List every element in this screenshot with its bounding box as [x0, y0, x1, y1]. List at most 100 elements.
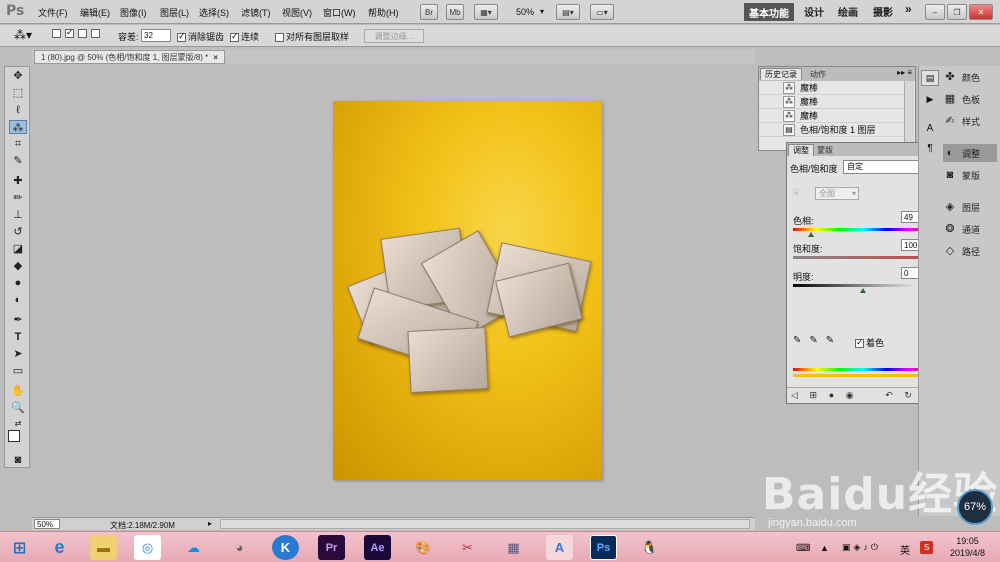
zoom-level[interactable]: 50% [516, 7, 534, 17]
system-gauge[interactable]: 67% [957, 489, 993, 525]
chevron-down-icon[interactable]: ▾ [540, 7, 544, 16]
shape-tool-icon[interactable]: ▭ [9, 364, 27, 378]
paint-icon[interactable]: 🎨 [410, 535, 437, 560]
dock-styles[interactable]: ✍ 样式 [943, 112, 999, 130]
document-image[interactable] [333, 101, 602, 480]
dock-masks[interactable]: ◙ 蒙版 [943, 166, 999, 184]
workspace-painting[interactable]: 绘画 [838, 4, 858, 19]
dock-adjustments[interactable]: ◐ 调整 [943, 144, 997, 162]
baidu-netdisk-icon[interactable]: ☁ [180, 535, 207, 560]
arrange-documents-button[interactable]: ▤▾ [556, 4, 580, 20]
menu-image[interactable]: 图像(I) [120, 6, 147, 19]
menu-help[interactable]: 帮助(H) [368, 6, 399, 19]
visibility-icon[interactable]: ◉ [846, 390, 854, 401]
hue-slider-thumb[interactable] [808, 232, 814, 237]
history-scrollbar[interactable] [904, 81, 914, 151]
history-row[interactable]: ▤ 色相/饱和度 1 图层 [759, 123, 904, 137]
refine-edge-button[interactable]: 调整边缘... [364, 29, 424, 43]
panel-menu-icon[interactable]: ▸▸ ≡ [897, 68, 912, 77]
swap-colors-icon[interactable]: ⇄ [9, 417, 27, 431]
blur-tool-icon[interactable]: ● [9, 276, 27, 290]
qq-icon[interactable]: 🐧 [636, 535, 663, 560]
menu-edit[interactable]: 编辑(E) [80, 6, 110, 19]
dock-paths[interactable]: ◇ 路径 [943, 242, 999, 260]
sample-all-layers-checkbox[interactable]: 对所有图层取样 [275, 30, 349, 43]
keyboard-icon[interactable]: ⌨ [796, 543, 810, 554]
after-effects-icon[interactable]: Ae [364, 535, 391, 560]
type-tool-icon[interactable]: T [9, 330, 27, 344]
pet-app-icon[interactable]: ◕ [226, 535, 253, 560]
input-language[interactable]: 英 [900, 542, 910, 557]
reset-icon[interactable]: ↻ [904, 390, 912, 401]
tab-history[interactable]: 历史记录 [760, 68, 802, 80]
saturation-slider[interactable] [793, 256, 933, 259]
view-extras-button[interactable]: ▦▾ [474, 4, 498, 20]
menu-window[interactable]: 窗口(W) [323, 6, 356, 19]
move-tool-icon[interactable]: ✥ [9, 69, 27, 83]
workspace-more[interactable]: » [905, 2, 912, 16]
app-a-icon[interactable]: A [546, 535, 573, 560]
horizontal-scrollbar[interactable] [220, 519, 750, 529]
foreground-color-swatch[interactable] [8, 430, 20, 442]
history-dock-icon[interactable]: ▤ [921, 70, 939, 86]
mini-bridge-button[interactable]: Mb [446, 4, 464, 20]
character-dock-icon[interactable]: A [921, 122, 939, 138]
lightness-slider[interactable] [793, 284, 933, 287]
quick-mask-icon[interactable]: ◙ [9, 453, 27, 467]
browser-icon[interactable]: ◎ [134, 535, 161, 560]
crop-tool-icon[interactable]: ⌗ [9, 137, 27, 151]
expand-view-icon[interactable]: ⊞ [810, 390, 818, 401]
eyedropper-tool-icon[interactable]: ✎ [9, 154, 27, 168]
hand-tool-icon[interactable]: ✋ [9, 384, 27, 398]
sogou-ime-icon[interactable]: S [920, 541, 933, 554]
magic-wand-tool-preset-icon[interactable]: ⁂▾ [14, 28, 32, 42]
paint-bucket-tool-icon[interactable]: ◆ [9, 259, 27, 273]
eyedropper-subtract-icon[interactable]: ✎ [826, 335, 834, 346]
dodge-tool-icon[interactable]: ◐ [9, 293, 27, 307]
target-adjust-icon[interactable]: ☟ [793, 188, 799, 199]
actions-dock-icon[interactable]: ▶ [921, 92, 939, 108]
lightness-slider-thumb[interactable] [860, 288, 866, 293]
photoshop-taskbar-icon[interactable]: Ps [590, 535, 617, 560]
dock-color[interactable]: ✤ 颜色 [943, 68, 999, 86]
zoom-tool-icon[interactable]: 🔍 [9, 401, 27, 415]
healing-brush-tool-icon[interactable]: ✚ [9, 174, 27, 188]
tray-icons[interactable]: ▣◈♪⏻ [842, 542, 881, 553]
dock-channels[interactable]: ❂ 通道 [943, 220, 999, 238]
clip-layer-icon[interactable]: ● [829, 390, 834, 401]
restore-button[interactable]: ❐ [947, 4, 967, 20]
colorize-checkbox[interactable]: 着色 [855, 336, 884, 349]
new-selection-icon[interactable] [52, 29, 61, 38]
workspace-design[interactable]: 设计 [804, 4, 824, 19]
menu-file[interactable]: 文件(F) [38, 6, 68, 19]
menu-select[interactable]: 选择(S) [199, 6, 229, 19]
history-brush-tool-icon[interactable]: ↺ [9, 225, 27, 239]
tab-actions[interactable]: 动作 [806, 68, 830, 80]
menu-layer[interactable]: 图层(L) [160, 6, 189, 19]
tray-expand-icon[interactable]: ▲ [820, 543, 829, 553]
close-button[interactable]: ✕ [969, 4, 993, 20]
screen-mode-button[interactable]: ▭▾ [590, 4, 614, 20]
ie-browser-icon[interactable]: e [46, 535, 73, 560]
eraser-tool-icon[interactable]: ◪ [9, 242, 27, 256]
back-icon[interactable]: ◁ [791, 390, 798, 401]
tab-masks[interactable]: 蒙版 [813, 144, 837, 156]
tab-adjustments[interactable]: 调整 [788, 144, 814, 156]
paragraph-dock-icon[interactable]: ¶ [921, 142, 939, 158]
eyedropper-add-icon[interactable]: ✎ [809, 335, 817, 346]
view-previous-icon[interactable]: ↶ [885, 390, 893, 401]
dock-layers[interactable]: ◈ 图层 [943, 198, 999, 216]
path-selection-tool-icon[interactable]: ➤ [9, 347, 27, 361]
history-row[interactable]: ⁂ 魔棒 [759, 109, 904, 123]
lasso-tool-icon[interactable]: ℓ [9, 103, 27, 117]
clone-stamp-tool-icon[interactable]: ⊥ [9, 208, 27, 222]
pen-tool-icon[interactable]: ✒ [9, 313, 27, 327]
minimize-button[interactable]: – [925, 4, 945, 20]
file-explorer-icon[interactable]: ▬ [90, 535, 117, 560]
antialias-checkbox[interactable]: 消除锯齿 [177, 30, 224, 43]
dock-swatches[interactable]: ▦ 色板 [943, 90, 999, 108]
status-zoom[interactable]: 50% [34, 519, 60, 529]
clock[interactable]: 19:05 2019/4/8 [950, 535, 985, 559]
hue-slider[interactable] [793, 228, 933, 231]
menu-filter[interactable]: 滤镜(T) [241, 6, 271, 19]
